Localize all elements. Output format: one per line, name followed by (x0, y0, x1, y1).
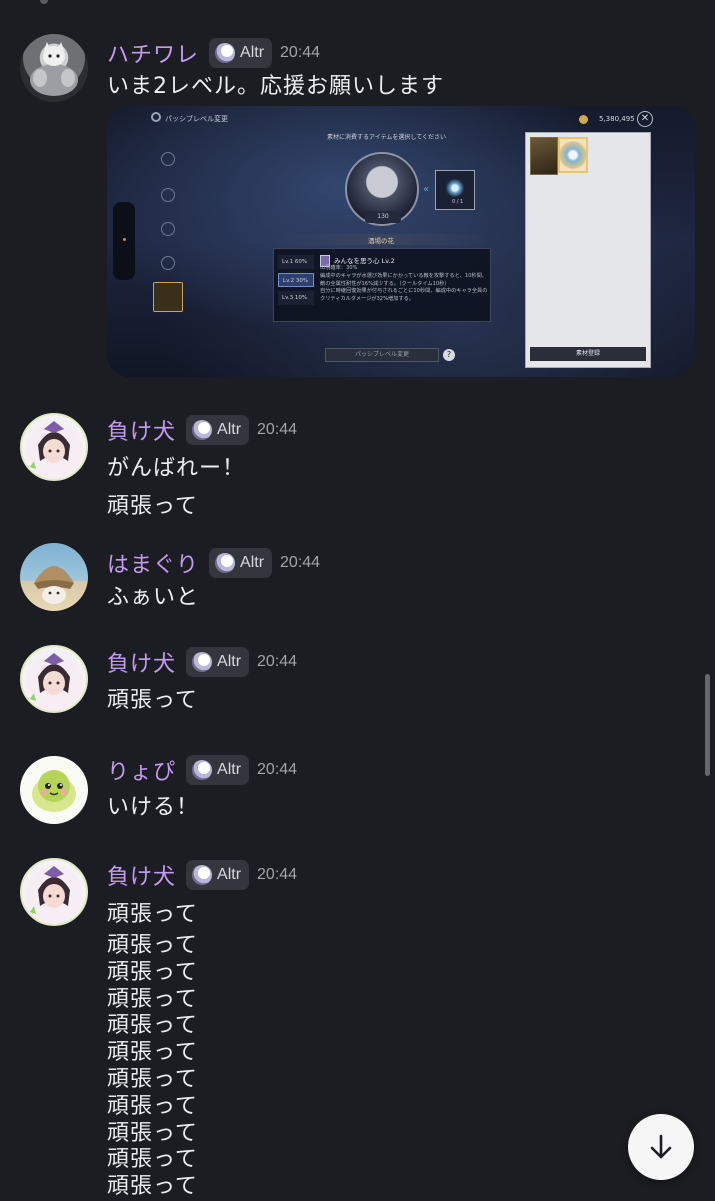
avatar[interactable] (20, 34, 88, 102)
clam-avatar-icon (34, 566, 74, 604)
select-material-prompt: 素材に消費するアイテムを選択してください (327, 134, 447, 141)
girl-avatar-icon (30, 653, 70, 701)
username[interactable]: はまぐり (107, 547, 199, 579)
badge-label: Altr (217, 421, 242, 438)
altr-badge[interactable]: Altr (186, 647, 250, 677)
message-text-multiline: 頑張って 頑張って 頑張って 頑張って 頑張って 頑張って 頑張って 頑張って … (107, 933, 198, 1201)
altr-moon-icon (215, 43, 236, 63)
badge-label: Altr (217, 653, 242, 670)
help-icon: ? (443, 349, 455, 361)
altr-badge[interactable]: Altr (186, 415, 250, 445)
skill-title: みんなを思う心 Lv.2 (334, 257, 395, 265)
altr-badge[interactable]: Altr (209, 38, 273, 68)
close-icon: ✕ (637, 111, 653, 127)
timestamp: 20:44 (257, 653, 298, 670)
message-text: いける！ (107, 795, 200, 820)
altr-moon-icon (192, 652, 213, 672)
altr-moon-icon (192, 760, 213, 780)
timestamp: 20:44 (257, 761, 298, 778)
avatar[interactable] (20, 543, 88, 611)
skill-panel: Lv.1 60% Lv.2 30% Lv.3 10% みんなを思う心 Lv.2 … (273, 248, 491, 322)
material-item (530, 137, 558, 175)
section-title: 酒場の花 (368, 237, 394, 245)
side-menu-icon (161, 222, 175, 236)
image-attachment[interactable]: パッシブレベル変更 5,380,495 ✕ 素材に消費するアイテムを選択してくだ… (107, 106, 695, 377)
message-line: 頑張って (107, 1147, 198, 1173)
jump-to-latest-button[interactable] (628, 1114, 694, 1180)
message-line: 頑張って (107, 1013, 198, 1039)
message-text: 頑張って (107, 902, 198, 927)
altr-badge[interactable]: Altr (186, 860, 250, 890)
section-bar: 酒場の花 (273, 234, 489, 245)
double-arrow-icon: « (423, 184, 430, 195)
side-menu-icon (161, 188, 175, 202)
username[interactable]: りょぴ (107, 754, 176, 786)
crystal-icon (444, 177, 466, 199)
coin-icon (579, 115, 588, 124)
message-line: 頑張って (107, 1120, 198, 1146)
message-line: 頑張って (107, 1040, 198, 1066)
username[interactable]: ハチワレ (107, 37, 199, 69)
material-slot: 0 / 1 (435, 170, 475, 210)
avatar[interactable] (20, 413, 88, 481)
username[interactable]: 負け犬 (107, 414, 176, 446)
message-line: 頑張って (107, 959, 198, 985)
message-text: 頑張って (107, 494, 198, 519)
avatar[interactable] (20, 645, 88, 713)
username[interactable]: 負け犬 (107, 646, 176, 678)
passive-level-change-button: パッシブレベル変更 (325, 348, 439, 362)
side-menu-icon (161, 256, 175, 270)
level-row-selected: Lv.2 30% (278, 273, 314, 287)
game-screen-title: パッシブレベル変更 (165, 115, 228, 123)
message-text: ふぁいと (107, 585, 200, 610)
timestamp: 20:44 (280, 554, 321, 571)
message-line: 頑張って (107, 1066, 198, 1092)
badge-label: Altr (240, 554, 265, 571)
side-menu-active-icon (153, 282, 183, 312)
altr-moon-icon (192, 420, 213, 440)
altr-moon-icon (215, 553, 236, 573)
altr-badge[interactable]: Altr (186, 755, 250, 785)
girl-avatar-icon (30, 421, 70, 469)
material-item-selected (558, 137, 588, 173)
previous-message-indicator (40, 0, 48, 4)
timestamp: 20:44 (257, 866, 298, 883)
character-level: 130 (365, 211, 401, 223)
notch-dot (123, 238, 126, 241)
message-text: がんばれー！ (107, 456, 246, 481)
message-text: いま2レベル。応援お願いします (107, 74, 444, 99)
register-material-button: 素材登録 (530, 347, 646, 361)
timestamp: 20:44 (280, 44, 321, 61)
girl-avatar-icon (30, 866, 70, 914)
muscle-cat-avatar-icon (30, 42, 78, 96)
message-line: 頑張って (107, 1093, 198, 1119)
avatar[interactable] (20, 756, 88, 824)
gear-icon (151, 112, 161, 122)
badge-label: Altr (240, 44, 265, 61)
username[interactable]: 負け犬 (107, 859, 176, 891)
turtle-avatar-icon (32, 770, 76, 812)
phone-notch (113, 202, 135, 280)
message-line: 頑張って (107, 1174, 198, 1200)
slot-count: 0 / 1 (452, 199, 464, 205)
side-menu-icon (161, 152, 175, 166)
timestamp: 20:44 (257, 421, 298, 438)
gold-amount: 5,380,495 (599, 115, 635, 123)
altr-moon-icon (192, 865, 213, 885)
message-line: 頑張って (107, 986, 198, 1012)
skill-description: 出現確率：30% 編成中のキャラが水選び効果にかかっている敵を攻撃すると、10秒… (320, 265, 488, 303)
material-list-panel: 素材登録 (525, 132, 651, 368)
avatar[interactable] (20, 858, 88, 926)
badge-label: Altr (217, 866, 242, 883)
arrow-down-icon (650, 1134, 672, 1159)
badge-label: Altr (217, 761, 242, 778)
message-text: 頑張って (107, 688, 198, 713)
altr-badge[interactable]: Altr (209, 548, 273, 578)
level-row: Lv.3 10% (278, 291, 314, 305)
level-row: Lv.1 60% (278, 255, 314, 269)
message-line: 頑張って (107, 933, 198, 958)
scrollbar[interactable] (705, 674, 710, 776)
